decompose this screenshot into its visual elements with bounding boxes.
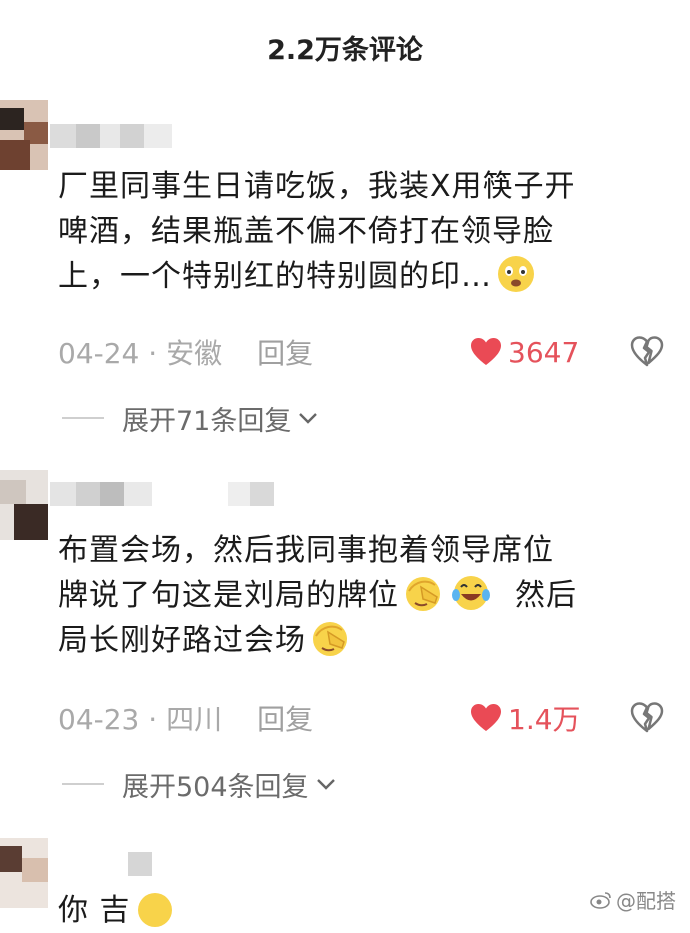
weibo-icon <box>590 891 611 909</box>
expand-replies-label: 展开71条回复 <box>122 405 292 437</box>
comment-text[interactable]: 布置会场，然后我同事抱着领导席位 牌说了句这是刘局的牌位 然后 局长刚好路过会场 <box>58 528 668 663</box>
heart-filled-icon <box>471 338 501 365</box>
expand-replies-label: 展开504条回复 <box>122 771 309 803</box>
avatar[interactable] <box>0 838 48 908</box>
comment-date-location: 04-23 · 四川 <box>58 703 223 736</box>
comment-location: 四川 <box>166 703 223 736</box>
chevron-down-icon <box>299 413 318 424</box>
comments-count-title: 2.2万条评论 <box>267 34 423 66</box>
reply-button[interactable]: 回复 <box>257 698 313 738</box>
comment-line: 布置会场，然后我同事抱着领导席位 <box>58 533 554 568</box>
comment-line-text: 牌说了句这是刘局的牌位 <box>58 578 399 613</box>
broken-heart-icon <box>630 702 664 733</box>
comment-line: 啤酒，结果瓶盖不偏不倚打在领导脸 <box>58 214 554 249</box>
facepalm-emoji-icon <box>313 622 347 656</box>
comment-line-text: 上，一个特别红的特别圆的印… <box>58 259 492 294</box>
comment-line-text: 你 吉 <box>58 893 131 928</box>
dislike-button[interactable] <box>630 702 664 738</box>
comment-1: 厂里同事生日请吃饭，我装X用筷子开 啤酒，结果瓶盖不偏不倚打在领导脸 上，一个特… <box>0 100 690 450</box>
comment-line: 局长刚好路过会场 <box>58 618 668 663</box>
avatar[interactable] <box>0 100 48 170</box>
like-button[interactable]: 3647 <box>470 332 579 372</box>
comment-text[interactable]: 你 吉 <box>58 888 668 933</box>
username-pixelated[interactable] <box>50 124 172 148</box>
username-pixelated[interactable] <box>128 852 152 876</box>
reply-button[interactable]: 回复 <box>257 332 313 372</box>
comment-line: 厂里同事生日请吃饭，我装X用筷子开 <box>58 169 576 204</box>
comment-3-partial: 你 吉 <box>0 838 690 928</box>
watermark-text: @配搭 <box>616 889 676 913</box>
like-count: 3647 <box>508 335 580 369</box>
comment-line: 牌说了句这是刘局的牌位 然后 <box>58 573 668 618</box>
like-button[interactable]: 1.4万 <box>470 698 581 738</box>
avatar[interactable] <box>0 470 48 540</box>
comment-line-text: 然后 <box>515 578 577 613</box>
emoji-icon <box>137 893 172 927</box>
expand-replies-button[interactable]: 展开504条回复 <box>62 766 339 803</box>
facepalm-emoji-icon <box>406 577 440 611</box>
comment-line-text: 局长刚好路过会场 <box>58 623 306 658</box>
laugh-cry-emoji-icon <box>452 576 490 610</box>
divider-line <box>62 417 104 419</box>
weibo-watermark: @配搭 <box>590 885 676 914</box>
comment-line: 上，一个特别红的特别圆的印… <box>58 254 668 299</box>
comment-2: 布置会场，然后我同事抱着领导席位 牌说了句这是刘局的牌位 然后 局长刚好路过会场 … <box>0 470 690 820</box>
like-count: 1.4万 <box>508 703 581 736</box>
expand-replies-button[interactable]: 展开71条回复 <box>62 400 321 437</box>
comment-date-location: 04-24 · 安徽 <box>58 337 223 370</box>
broken-heart-icon <box>630 336 664 367</box>
comment-date: 04-23 <box>58 703 140 736</box>
dislike-button[interactable] <box>630 336 664 372</box>
worried-face-emoji-icon <box>498 256 534 292</box>
comment-text[interactable]: 厂里同事生日请吃饭，我装X用筷子开 啤酒，结果瓶盖不偏不倚打在领导脸 上，一个特… <box>58 164 668 299</box>
heart-filled-icon <box>471 704 501 731</box>
chevron-down-icon <box>316 779 335 790</box>
comment-location: 安徽 <box>166 337 223 370</box>
comment-date: 04-24 <box>58 337 140 370</box>
username-pixelated[interactable] <box>50 482 274 506</box>
divider-line <box>62 783 104 785</box>
